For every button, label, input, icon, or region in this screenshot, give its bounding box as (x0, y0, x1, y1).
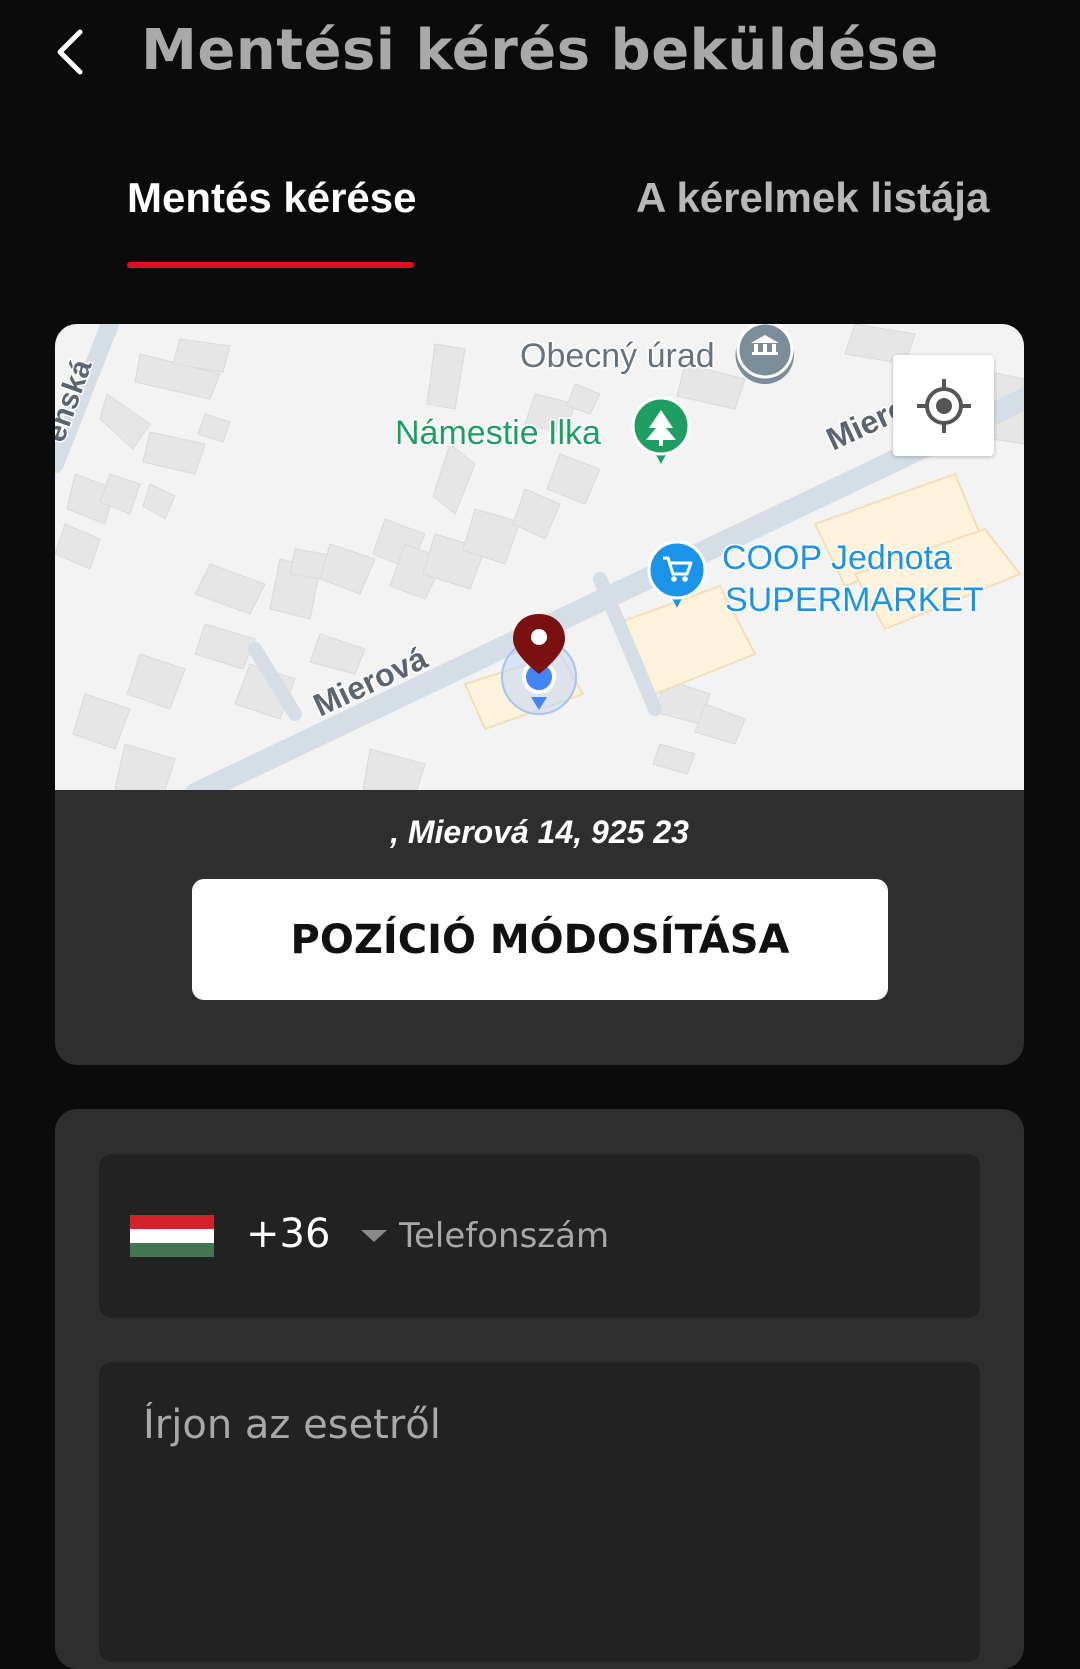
contact-form-card: +36 (55, 1109, 1024, 1669)
chevron-down-icon[interactable] (361, 1230, 387, 1242)
hungary-flag-icon[interactable] (130, 1215, 214, 1257)
locate-me-button[interactable] (893, 355, 994, 456)
active-tab-indicator (127, 262, 414, 268)
poi-label-coop-line2: SUPERMARKET (725, 581, 984, 619)
map-view[interactable]: Mierová Mierová enská Obecný úrad Námest… (55, 324, 1024, 790)
map-canvas: Mierová Mierová enská Obecný úrad Námest… (55, 324, 1024, 790)
phone-input[interactable] (399, 1204, 959, 1268)
description-input[interactable] (143, 1402, 943, 1642)
phone-field: +36 (99, 1154, 980, 1318)
change-position-button[interactable]: POZÍCIÓ MÓDOSÍTÁSA (192, 879, 888, 1000)
dial-code[interactable]: +36 (246, 1211, 330, 1257)
poi-label-namestie-ilka: Námestie Ilka (395, 414, 601, 452)
tab-bar: Mentés kérése A kérelmek listája (0, 160, 1080, 270)
crosshair-icon (916, 378, 971, 433)
page-title: Mentési kérés beküldése (141, 18, 939, 83)
app-header: Mentési kérés beküldése (0, 0, 1080, 110)
selected-address: , Mierová 14, 925 23 (390, 814, 689, 850)
poi-label-obecny-urad: Obecný úrad (520, 337, 715, 375)
tree-icon[interactable] (631, 396, 691, 464)
tab-request-list[interactable]: A kérelmek listája (636, 174, 989, 222)
government-building-icon[interactable] (735, 324, 794, 384)
location-card: Mierová Mierová enská Obecný úrad Námest… (55, 324, 1024, 1065)
description-field (99, 1362, 980, 1662)
poi-label-coop-line1: COOP Jednota (722, 539, 952, 577)
tab-request-rescue[interactable]: Mentés kérése (127, 174, 417, 222)
